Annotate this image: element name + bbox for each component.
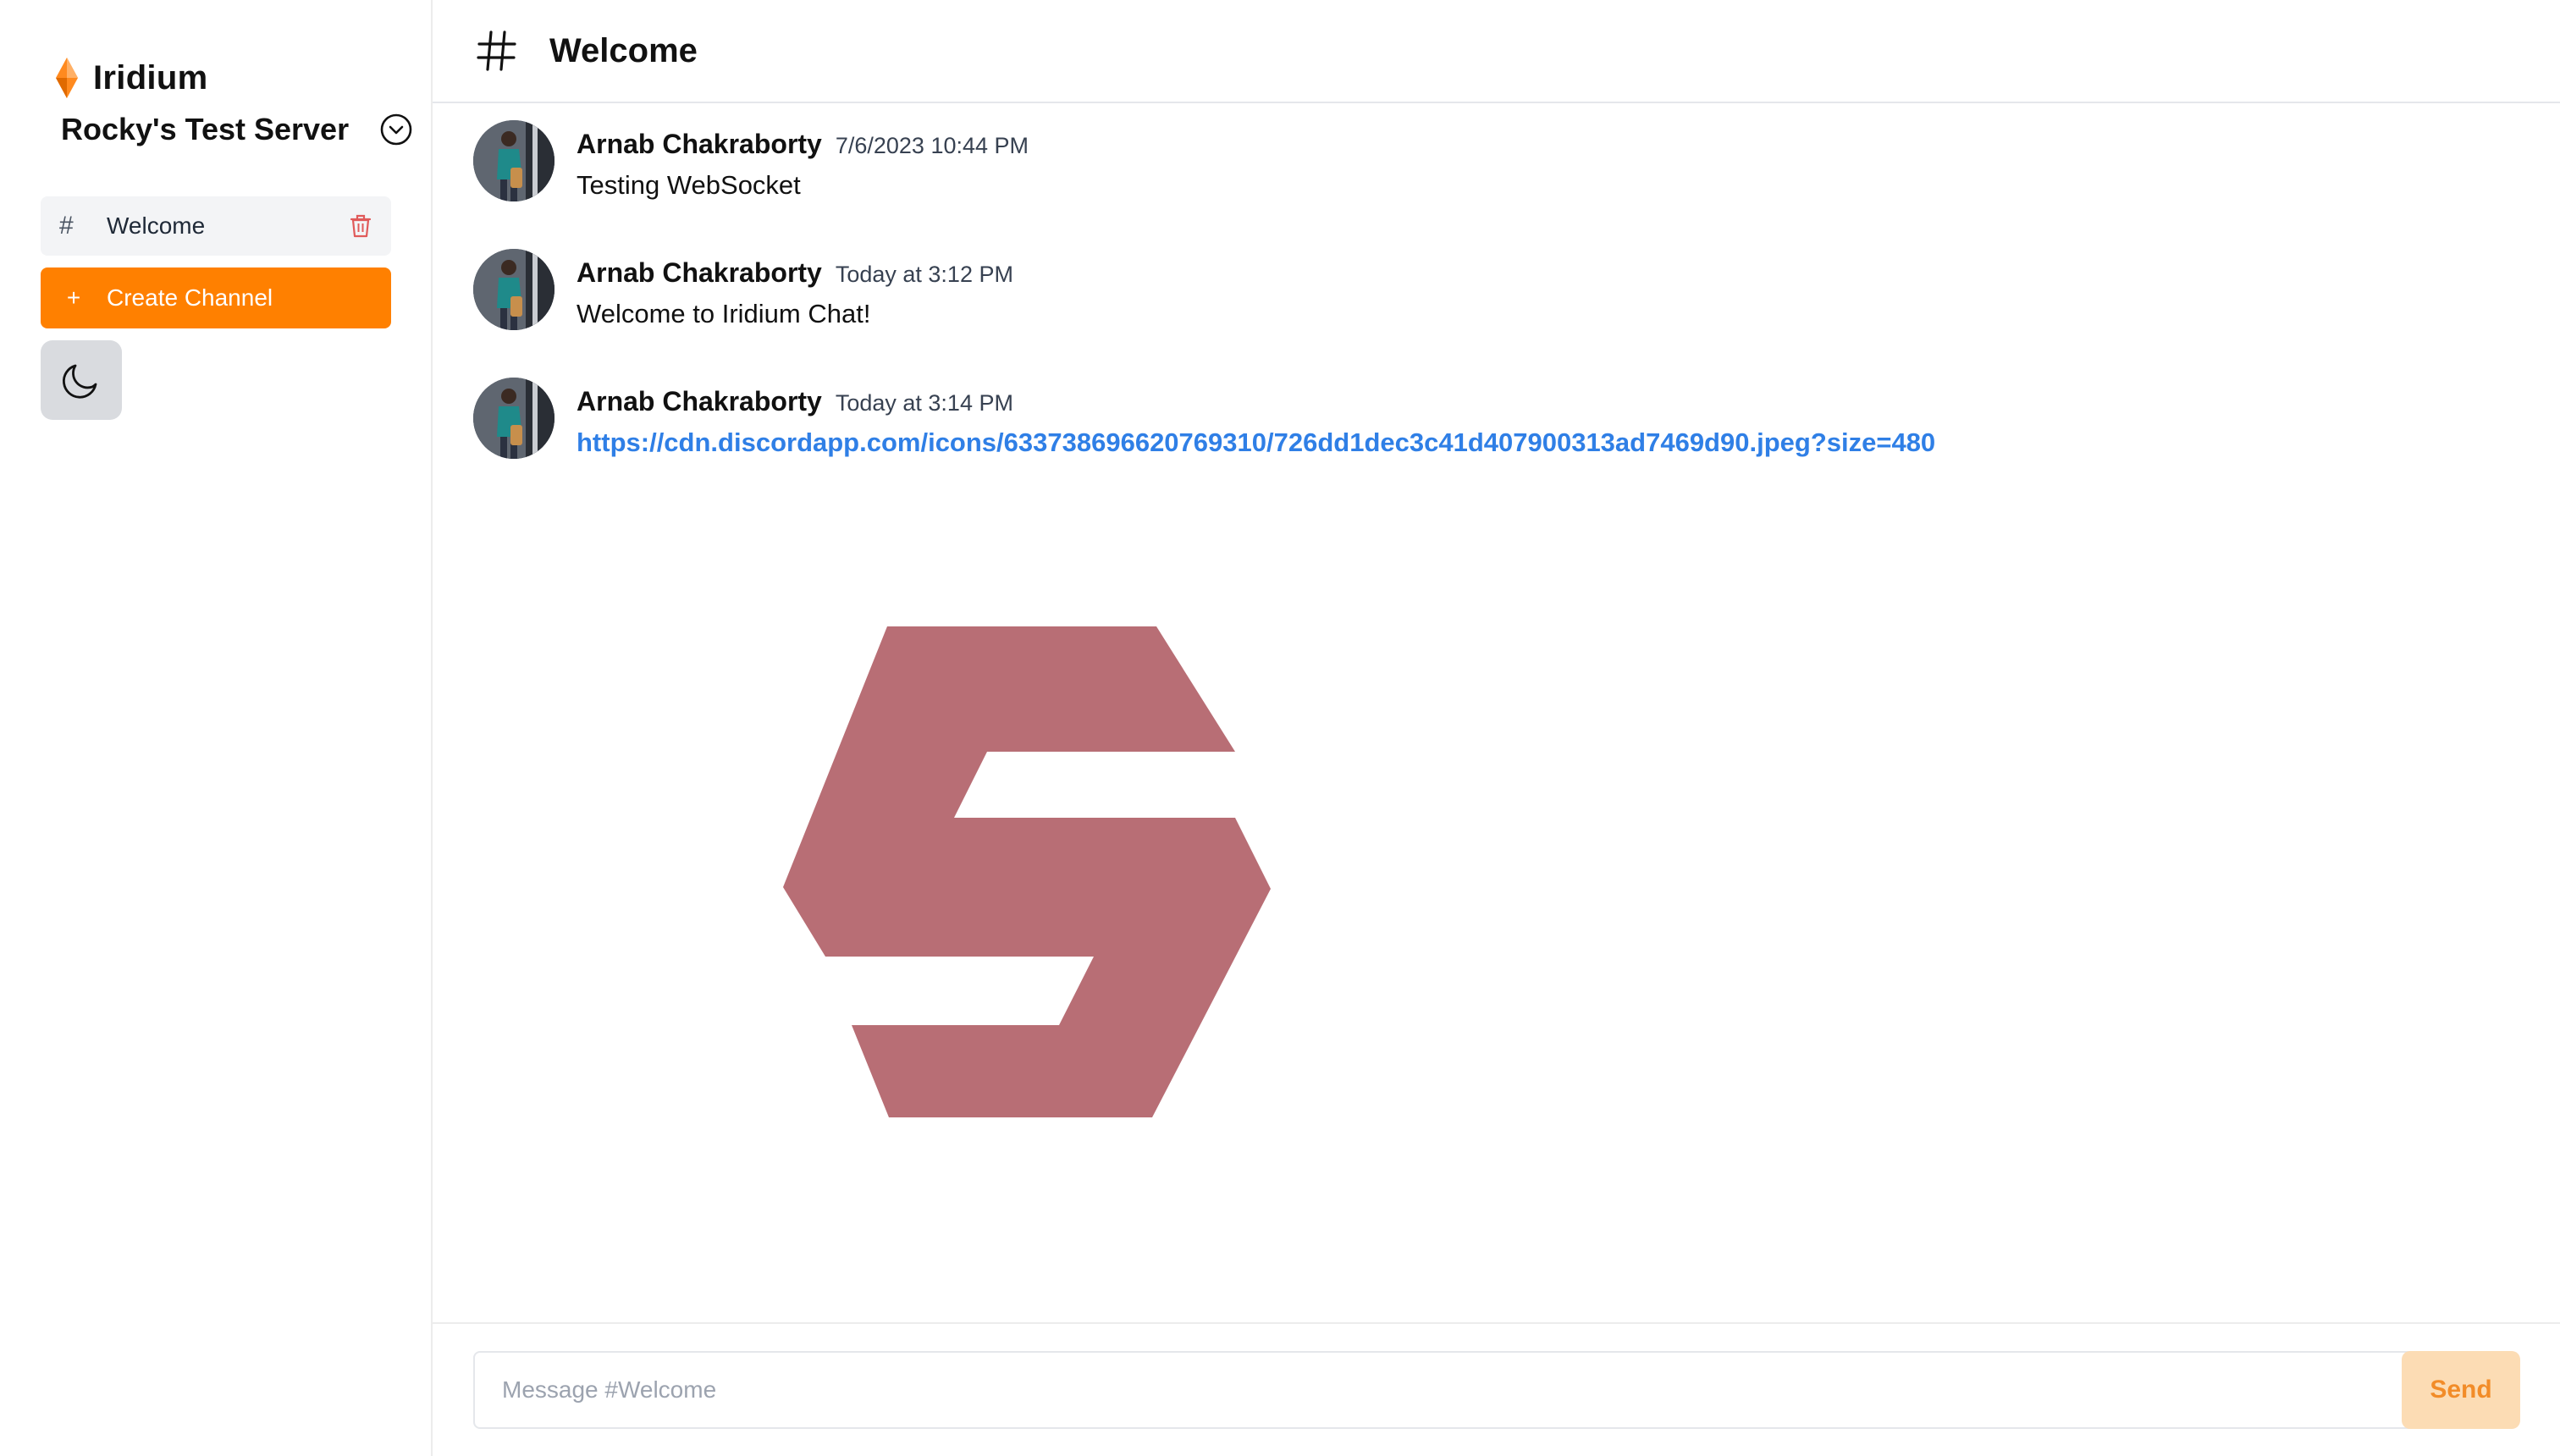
avatar[interactable] [473,378,554,459]
brand: Iridium [56,58,207,98]
message-item: Arnab Chakraborty Today at 3:12 PM Welco… [473,249,2526,330]
channel-header: Welcome [433,0,2560,103]
avatar[interactable] [473,120,554,201]
server-name: Rocky's Test Server [61,112,350,146]
message-input[interactable] [473,1351,2469,1429]
channel-hash-icon: # [59,212,74,240]
message-text: Welcome to Iridium Chat! [577,299,871,328]
iridium-logo-icon [56,58,78,98]
message-timestamp: Today at 3:12 PM [835,262,1013,287]
trash-icon[interactable] [349,213,372,239]
channel-label: Welcome [107,212,206,239]
message-meta: Arnab Chakraborty 7/6/2023 10:44 PM [577,129,1029,160]
server-selector[interactable]: Rocky's Test Server [61,112,413,147]
create-channel-label: Create Channel [107,284,273,311]
sidebar: Iridium Rocky's Test Server # Welcome + … [0,0,433,1456]
message-body: Arnab Chakraborty 7/6/2023 10:44 PM Test… [577,120,1029,201]
create-channel-button[interactable]: + Create Channel [41,267,391,328]
app-name: Iridium [93,58,208,97]
message-item: Arnab Chakraborty Today at 3:14 PM https… [473,378,2526,459]
message-author[interactable]: Arnab Chakraborty [577,386,822,417]
moon-icon [62,364,97,399]
message-body: Arnab Chakraborty Today at 3:14 PM https… [577,378,1935,459]
s-logo-image [783,626,1271,1117]
sidebar-item-welcome[interactable]: # Welcome [41,196,391,256]
theme-toggle-button[interactable] [41,340,122,420]
page-title: Welcome [549,31,698,69]
main-panel: Welcome Arnab Chakraborty 7/6/2023 10:44… [433,0,2560,1456]
avatar-photo [473,249,554,330]
message-timestamp: Today at 3:14 PM [835,390,1013,416]
avatar[interactable] [473,249,554,330]
message-timestamp: 7/6/2023 10:44 PM [835,133,1029,158]
message-meta: Arnab Chakraborty Today at 3:14 PM [577,386,1935,417]
message-meta: Arnab Chakraborty Today at 3:12 PM [577,257,1013,289]
message-author[interactable]: Arnab Chakraborty [577,129,822,160]
avatar-photo [473,120,554,201]
message-item: Arnab Chakraborty 7/6/2023 10:44 PM Test… [473,120,2526,201]
message-text: Testing WebSocket [577,170,801,200]
embedded-image[interactable] [703,538,1508,1199]
chevron-down-circle-icon[interactable] [379,113,413,146]
message-author[interactable]: Arnab Chakraborty [577,257,822,289]
message-link[interactable]: https://cdn.discordapp.com/icons/6337386… [577,427,1935,458]
message-body: Arnab Chakraborty Today at 3:12 PM Welco… [577,249,1013,330]
message-list: Arnab Chakraborty 7/6/2023 10:44 PM Test… [473,120,2526,506]
send-button[interactable]: Send [2402,1351,2520,1429]
plus-icon: + [66,284,81,311]
avatar-photo [473,378,554,459]
hash-icon [477,30,516,71]
message-composer: Send [433,1322,2560,1456]
app-root: Iridium Rocky's Test Server # Welcome + … [0,0,2560,1456]
